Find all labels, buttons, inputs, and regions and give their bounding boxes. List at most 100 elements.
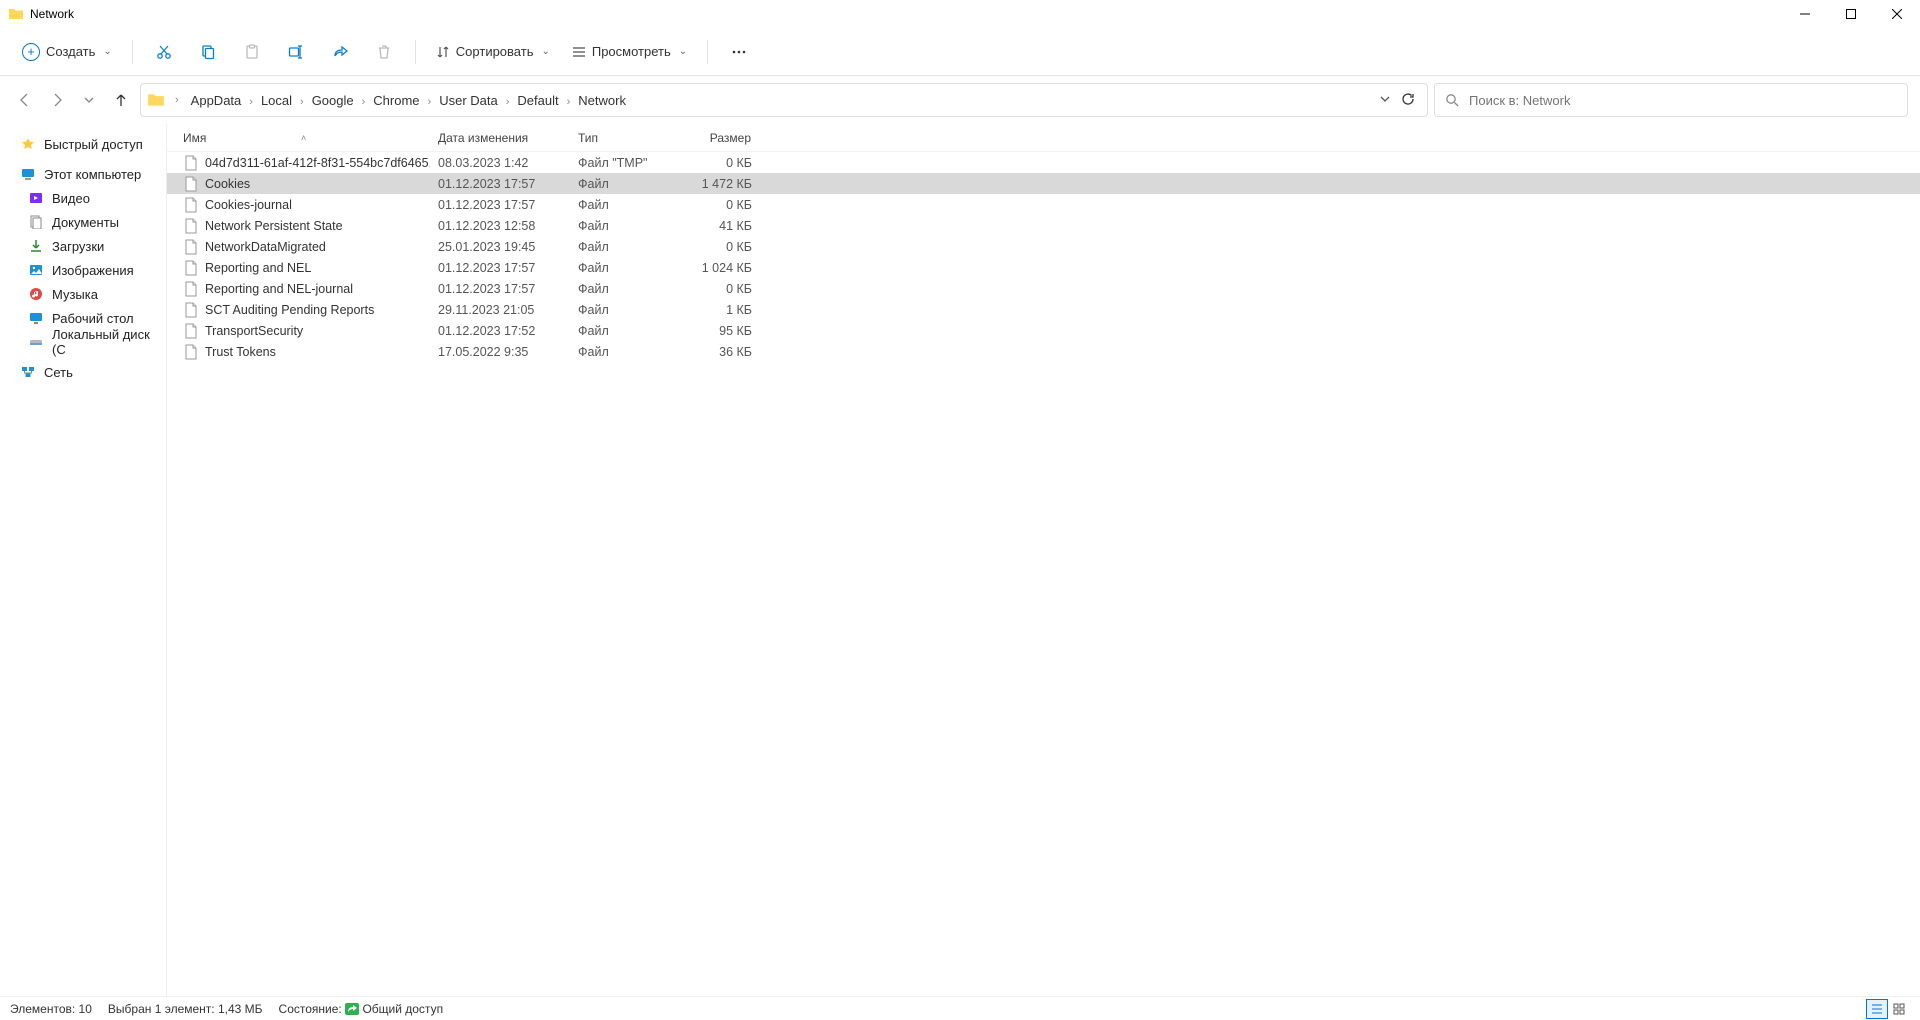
chevron-right-icon[interactable]: › — [500, 96, 516, 108]
file-name-cell: 04d7d311-61af-412f-8f31-554bc7df6465... — [175, 155, 430, 171]
sidebar-pictures[interactable]: Изображения — [0, 258, 166, 282]
music-icon — [28, 286, 44, 302]
file-row[interactable]: Network Persistent State01.12.2023 12:58… — [167, 215, 1920, 236]
file-type-cell: Файл — [570, 198, 690, 212]
breadcrumb-segment[interactable]: AppData — [189, 91, 244, 110]
window-controls — [1782, 0, 1920, 28]
sidebar-network[interactable]: Сеть — [0, 360, 166, 384]
sort-label: Сортировать — [456, 44, 534, 59]
sidebar-label: Этот компьютер — [44, 167, 141, 182]
breadcrumb-segment[interactable]: User Data — [437, 91, 500, 110]
file-type-cell: Файл — [570, 303, 690, 317]
navigation-bar: › AppData›Local›Google›Chrome›User Data›… — [0, 76, 1920, 124]
file-row[interactable]: NetworkDataMigrated25.01.2023 19:45Файл0… — [167, 236, 1920, 257]
file-name: Cookies — [205, 177, 250, 191]
file-row[interactable]: TransportSecurity01.12.2023 17:52Файл95 … — [167, 320, 1920, 341]
sidebar-label: Локальный диск (C — [52, 327, 158, 357]
sidebar-video[interactable]: Видео — [0, 186, 166, 210]
cut-button[interactable] — [145, 35, 183, 69]
sidebar-downloads[interactable]: Загрузки — [0, 234, 166, 258]
refresh-button[interactable] — [1401, 92, 1415, 109]
view-button[interactable]: Просмотреть ⌄ — [564, 35, 695, 69]
file-type-cell: Файл — [570, 219, 690, 233]
column-size[interactable]: Размер — [690, 124, 760, 151]
column-date[interactable]: Дата изменения — [430, 124, 570, 151]
rename-button[interactable] — [277, 35, 315, 69]
forward-button[interactable] — [44, 87, 70, 113]
file-size-cell: 36 КБ — [690, 345, 760, 359]
column-type[interactable]: Тип — [570, 124, 690, 151]
address-dropdown[interactable] — [1379, 93, 1391, 108]
breadcrumb-segment[interactable]: Chrome — [371, 91, 421, 110]
shared-icon — [345, 1003, 359, 1015]
file-list-pane: Имя ˄ Дата изменения Тип Размер 04d7d311… — [167, 124, 1920, 996]
rename-icon — [288, 44, 304, 60]
delete-button[interactable] — [365, 35, 403, 69]
file-type-cell: Файл — [570, 282, 690, 296]
sidebar-local-disk[interactable]: Локальный диск (C — [0, 330, 166, 354]
file-row[interactable]: Cookies-journal01.12.2023 17:57Файл0 КБ — [167, 194, 1920, 215]
file-date-cell: 01.12.2023 17:57 — [430, 177, 570, 191]
status-bar: Элементов: 10 Выбран 1 элемент: 1,43 МБ … — [0, 996, 1920, 1020]
sidebar-label: Изображения — [52, 263, 134, 278]
file-name: 04d7d311-61af-412f-8f31-554bc7df6465... — [205, 156, 430, 170]
column-name[interactable]: Имя ˄ — [175, 124, 430, 151]
details-view-button[interactable] — [1866, 999, 1888, 1019]
file-row[interactable]: Reporting and NEL-journal01.12.2023 17:5… — [167, 278, 1920, 299]
share-button[interactable] — [321, 35, 359, 69]
command-bar: + Создать ⌄ Сортировать ⌄ Просмотреть ⌄ — [0, 28, 1920, 76]
chevron-right-icon[interactable]: › — [169, 94, 185, 106]
search-box[interactable] — [1434, 83, 1908, 117]
more-button[interactable] — [720, 35, 758, 69]
back-button[interactable] — [12, 87, 38, 113]
file-name-cell: TransportSecurity — [175, 323, 430, 339]
file-type-cell: Файл — [570, 177, 690, 191]
file-date-cell: 29.11.2023 21:05 — [430, 303, 570, 317]
thumbnails-view-button[interactable] — [1888, 999, 1910, 1019]
close-button[interactable] — [1874, 0, 1920, 28]
recent-dropdown[interactable] — [76, 87, 102, 113]
file-name: Cookies-journal — [205, 198, 292, 212]
sidebar-quick-access[interactable]: Быстрый доступ — [0, 132, 166, 156]
ellipsis-icon — [731, 44, 747, 60]
sidebar-label: Музыка — [52, 287, 98, 302]
file-row[interactable]: Trust Tokens17.05.2022 9:35Файл36 КБ — [167, 341, 1920, 362]
breadcrumb-segment[interactable]: Network — [576, 91, 628, 110]
chevron-right-icon[interactable]: › — [422, 96, 438, 108]
paste-button[interactable] — [233, 35, 271, 69]
file-row[interactable]: SCT Auditing Pending Reports29.11.2023 2… — [167, 299, 1920, 320]
chevron-right-icon[interactable]: › — [294, 96, 310, 108]
maximize-button[interactable] — [1828, 0, 1874, 28]
file-date-cell: 01.12.2023 17:57 — [430, 198, 570, 212]
network-icon — [20, 364, 36, 380]
view-icon — [572, 45, 586, 59]
file-row[interactable]: Reporting and NEL01.12.2023 17:57Файл1 0… — [167, 257, 1920, 278]
status-selection: Выбран 1 элемент: 1,43 МБ — [108, 1002, 263, 1016]
sidebar-music[interactable]: Музыка — [0, 282, 166, 306]
create-button[interactable]: + Создать ⌄ — [14, 35, 120, 69]
chevron-right-icon[interactable]: › — [356, 96, 372, 108]
breadcrumb-segment[interactable]: Google — [310, 91, 356, 110]
minimize-button[interactable] — [1782, 0, 1828, 28]
search-input[interactable] — [1469, 93, 1897, 108]
file-date-cell: 01.12.2023 12:58 — [430, 219, 570, 233]
sort-icon — [436, 45, 450, 59]
navigation-pane: Быстрый доступ Этот компьютер Видео Доку… — [0, 124, 167, 996]
copy-button[interactable] — [189, 35, 227, 69]
sidebar-this-pc[interactable]: Этот компьютер — [0, 162, 166, 186]
file-type-cell: Файл — [570, 345, 690, 359]
breadcrumb-segment[interactable]: Default — [515, 91, 560, 110]
breadcrumb-segment[interactable]: Local — [259, 91, 294, 110]
address-bar[interactable]: › AppData›Local›Google›Chrome›User Data›… — [140, 83, 1428, 117]
up-button[interactable] — [108, 87, 134, 113]
file-row[interactable]: 04d7d311-61af-412f-8f31-554bc7df6465...0… — [167, 152, 1920, 173]
sort-ascending-icon: ˄ — [301, 133, 306, 143]
file-name: Reporting and NEL — [205, 261, 311, 275]
sort-button[interactable]: Сортировать ⌄ — [428, 35, 558, 69]
sidebar-label: Загрузки — [52, 239, 104, 254]
file-row[interactable]: Cookies01.12.2023 17:57Файл1 472 КБ — [167, 173, 1920, 194]
chevron-right-icon[interactable]: › — [243, 96, 259, 108]
file-date-cell: 08.03.2023 1:42 — [430, 156, 570, 170]
sidebar-documents[interactable]: Документы — [0, 210, 166, 234]
chevron-right-icon[interactable]: › — [561, 96, 577, 108]
